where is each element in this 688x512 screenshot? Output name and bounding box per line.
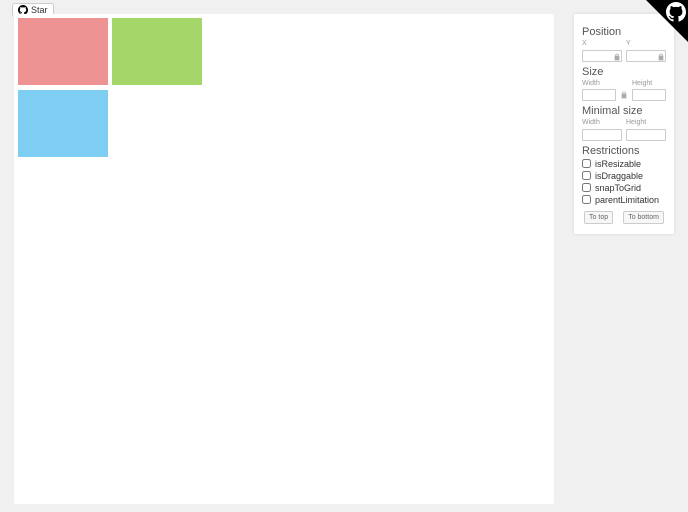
- canvas[interactable]: [14, 14, 554, 504]
- size-width-field: Width: [582, 80, 616, 102]
- box-green[interactable]: [112, 18, 202, 85]
- minsize-height-input[interactable]: [626, 129, 666, 141]
- parentlimitation-checkbox[interactable]: [582, 195, 591, 204]
- parentlimitation-label: parentLimitation: [595, 195, 659, 205]
- minsize-height-field: Height: [626, 119, 666, 141]
- position-x-field: X: [582, 40, 622, 62]
- minsize-width-field: Width: [582, 119, 622, 141]
- lock-icon: [620, 91, 628, 99]
- size-width-label: Width: [582, 80, 616, 87]
- isresizable-label: isResizable: [595, 159, 641, 169]
- box-red[interactable]: [18, 18, 108, 85]
- lock-icon: [613, 53, 621, 61]
- size-title: Size: [582, 66, 666, 78]
- size-height-label: Height: [632, 80, 666, 87]
- size-width-input[interactable]: [582, 89, 616, 101]
- lock-icon: [657, 53, 665, 61]
- isdraggable-label: isDraggable: [595, 171, 643, 181]
- minsize-width-input[interactable]: [582, 129, 622, 141]
- snaptogrid-checkbox[interactable]: [582, 183, 591, 192]
- box-blue[interactable]: [18, 90, 108, 157]
- size-height-input[interactable]: [632, 89, 666, 101]
- isresizable-checkbox[interactable]: [582, 159, 591, 168]
- position-x-label: X: [582, 40, 622, 47]
- restrictions-title: Restrictions: [582, 145, 666, 157]
- position-y-field: Y: [626, 40, 666, 62]
- position-y-label: Y: [626, 40, 666, 47]
- isdraggable-checkbox[interactable]: [582, 171, 591, 180]
- octocat-icon: [666, 2, 686, 22]
- position-title: Position: [582, 26, 666, 38]
- to-top-button[interactable]: To top: [584, 211, 613, 224]
- inspector-panel: Position X Y Size Width Height Minimal s…: [574, 14, 674, 234]
- minsize-height-label: Height: [626, 119, 666, 126]
- to-bottom-button[interactable]: To bottom: [623, 211, 664, 224]
- size-height-field: Height: [632, 80, 666, 102]
- snaptogrid-label: snapToGrid: [595, 183, 641, 193]
- minsize-title: Minimal size: [582, 105, 666, 117]
- minsize-width-label: Width: [582, 119, 622, 126]
